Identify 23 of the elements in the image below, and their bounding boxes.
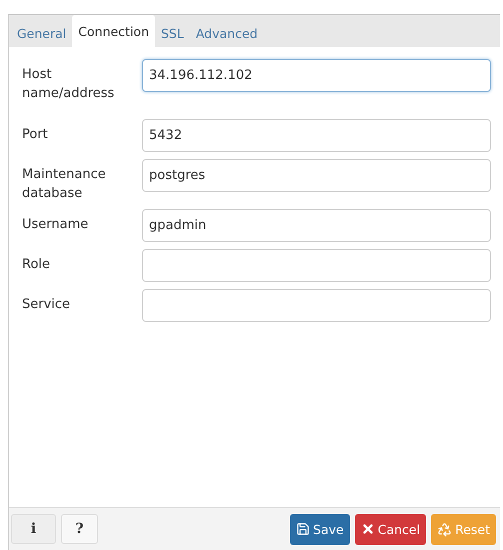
tab[interactable]: Connection [72,15,155,47]
tab[interactable]: SSL [155,19,190,47]
recycle-icon [437,522,452,536]
input-field[interactable]: postgres [142,159,491,192]
info-button[interactable]: i [11,514,56,544]
input-field[interactable] [142,289,491,322]
tab[interactable]: General [11,19,72,47]
field-label: Host name/address [22,66,116,103]
field-label: Service [22,296,72,314]
save-icon [296,522,310,536]
cancel-button[interactable]: Cancel [354,514,426,544]
input-field[interactable]: gpadmin [142,209,491,242]
tab[interactable]: Advanced [190,19,264,47]
field-label: Maintenance database [22,166,107,203]
save-button[interactable]: Save [290,514,350,544]
input-field[interactable] [142,249,491,282]
input-field[interactable]: 34.196.112.102 [142,59,491,92]
field-label: Role [22,256,52,274]
field-label: Username [22,216,90,234]
help-button[interactable]: ? [61,514,98,544]
input-field[interactable]: 5432 [142,119,491,152]
field-label: Port [22,126,49,144]
close-icon [360,522,375,536]
